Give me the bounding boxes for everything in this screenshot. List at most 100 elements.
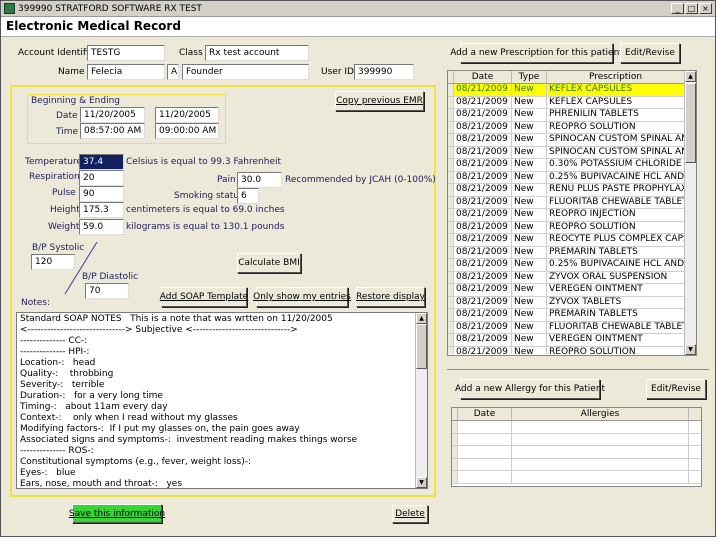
col-header-prescription[interactable]: Prescription bbox=[547, 71, 685, 83]
scroll-down-arrow-icon[interactable]: ▼ bbox=[685, 344, 696, 355]
prescription-row[interactable]: 08/21/2009 New FLUORITAB CHEWABLE TABLETS bbox=[448, 196, 696, 209]
prescription-name-cell[interactable]: ZYVOX TABLETS bbox=[547, 296, 685, 308]
prescription-type-cell[interactable]: New bbox=[512, 209, 547, 221]
prescription-row[interactable]: 08/21/2009 New ZYVOX ORAL SUSPENSION bbox=[448, 271, 696, 284]
account-field[interactable]: TESTG bbox=[87, 45, 165, 61]
col-header-allergy-date[interactable]: Date bbox=[458, 408, 512, 420]
prescription-row[interactable]: 08/21/2009 New ZYVOX TABLETS bbox=[448, 296, 696, 309]
prescription-date-cell[interactable]: 08/21/2009 bbox=[454, 309, 512, 321]
pain-field[interactable]: 30.0 bbox=[237, 172, 282, 188]
prescription-row[interactable]: 08/21/2009 New REOPRO SOLUTION bbox=[448, 121, 696, 134]
prescription-type-cell[interactable]: New bbox=[512, 246, 547, 258]
bp-diastolic-field[interactable]: 70 bbox=[85, 283, 129, 299]
end-time-field[interactable]: 09:00:00 AM bbox=[155, 123, 219, 139]
begin-time-field[interactable]: 08:57:00 AM bbox=[80, 123, 145, 139]
only-show-my-entries-button[interactable]: Only show my entries bbox=[253, 287, 351, 307]
prescription-name-cell[interactable]: REOPRO SOLUTION bbox=[547, 221, 685, 233]
prescription-row[interactable]: 08/21/2009 New REOPRO INJECTION bbox=[448, 209, 696, 222]
prescription-type-cell[interactable]: New bbox=[512, 284, 547, 296]
delete-button[interactable]: Delete bbox=[392, 505, 428, 523]
prescription-date-cell[interactable]: 08/21/2009 bbox=[454, 96, 512, 108]
prescription-type-cell[interactable]: New bbox=[512, 109, 547, 121]
prescription-row[interactable]: 08/21/2009 New PREMARIN TABLETS bbox=[448, 309, 696, 322]
prescription-date-cell[interactable]: 08/21/2009 bbox=[454, 334, 512, 346]
prescription-row[interactable]: 08/21/2009 New REOPRO SOLUTION bbox=[448, 346, 696, 354]
scroll-up-arrow-icon[interactable]: ▲ bbox=[416, 313, 427, 324]
calculate-bmi-button[interactable]: Calculate BMI bbox=[237, 253, 301, 273]
weight-field[interactable]: 59.0 bbox=[79, 219, 124, 235]
prescription-row[interactable]: 08/21/2009 New PHRENILIN TABLETS bbox=[448, 109, 696, 122]
prescription-type-cell[interactable]: New bbox=[512, 221, 547, 233]
prescription-name-cell[interactable]: REOCYTE PLUS COMPLEX CAPSU bbox=[547, 234, 685, 246]
col-header-allergies[interactable]: Allergies bbox=[512, 408, 689, 420]
userid-field[interactable]: 399990 bbox=[354, 64, 414, 80]
allergy-grid[interactable]: Date Allergies bbox=[451, 407, 702, 487]
add-allergy-button[interactable]: Add a new Allergy for this Patient bbox=[455, 379, 605, 399]
scroll-thumb[interactable] bbox=[685, 83, 696, 163]
prescription-name-cell[interactable]: FLUORITAB CHEWABLE TABLETS bbox=[547, 321, 685, 333]
notes-scrollbar[interactable]: ▲ ▼ bbox=[415, 313, 427, 488]
prescription-date-cell[interactable]: 08/21/2009 bbox=[454, 234, 512, 246]
prescription-name-cell[interactable]: REOPRO INJECTION bbox=[547, 209, 685, 221]
prescription-name-cell[interactable]: REOPRO SOLUTION bbox=[547, 346, 685, 354]
prescription-name-cell[interactable]: KEFLEX CAPSULES bbox=[547, 84, 685, 96]
prescription-row[interactable]: 08/21/2009 New RENU PLUS PASTE PROPHYLAXID bbox=[448, 184, 696, 197]
prescription-type-cell[interactable]: New bbox=[512, 159, 547, 171]
prescription-name-cell[interactable]: PREMARIN TABLETS bbox=[547, 309, 685, 321]
prescription-row[interactable]: 08/21/2009 New SPINOCAN CUSTOM SPINAL ANES bbox=[448, 146, 696, 159]
prescription-type-cell[interactable]: New bbox=[512, 309, 547, 321]
add-prescription-button[interactable]: Add a new Prescription for this patient bbox=[450, 43, 623, 63]
prescription-date-cell[interactable]: 08/21/2009 bbox=[454, 171, 512, 183]
prescription-date-cell[interactable]: 08/21/2009 bbox=[454, 209, 512, 221]
prescription-type-cell[interactable]: New bbox=[512, 196, 547, 208]
prescription-type-cell[interactable]: New bbox=[512, 234, 547, 246]
prescription-row[interactable]: 08/21/2009 New REOCYTE PLUS COMPLEX CAPSU bbox=[448, 234, 696, 247]
prescription-name-cell[interactable]: VEREGEN OINTMENT bbox=[547, 284, 685, 296]
begin-date-field[interactable]: 11/20/2005 bbox=[80, 107, 145, 123]
temperature-field[interactable]: 37.4 bbox=[79, 154, 124, 170]
copy-previous-emr-button[interactable]: Copy previous EMR bbox=[335, 91, 424, 111]
notes-textarea[interactable]: Standard SOAP NOTES This is a note that … bbox=[16, 312, 428, 489]
prescription-date-cell[interactable]: 08/21/2009 bbox=[454, 159, 512, 171]
col-header-date[interactable]: Date bbox=[454, 71, 512, 83]
prescription-row[interactable]: 08/21/2009New0.25% BUPIVACAINE HCL AND E… bbox=[448, 171, 696, 184]
prescription-name-cell[interactable]: VEREGEN OINTMENT bbox=[547, 334, 685, 346]
prescription-date-cell[interactable]: 08/21/2009 bbox=[454, 134, 512, 146]
prescription-type-cell[interactable]: New bbox=[512, 334, 547, 346]
prescription-date-cell[interactable]: 08/21/2009 bbox=[454, 196, 512, 208]
scroll-thumb[interactable] bbox=[416, 324, 427, 369]
prescription-type-cell[interactable]: New bbox=[512, 84, 547, 96]
allergy-row[interactable] bbox=[452, 471, 701, 484]
prescription-type-cell[interactable]: New bbox=[512, 134, 547, 146]
pulse-field[interactable]: 90 bbox=[79, 186, 124, 202]
prescription-type-cell[interactable]: New bbox=[512, 271, 547, 283]
allergy-row[interactable] bbox=[452, 421, 701, 434]
prescription-name-cell[interactable]: PHRENILIN TABLETS bbox=[547, 109, 685, 121]
end-date-field[interactable]: 11/20/2005 bbox=[155, 107, 219, 123]
edit-prescription-button[interactable]: Edit/Revise bbox=[620, 43, 680, 63]
prescription-row[interactable]: 08/21/2009 New VEREGEN OINTMENT bbox=[448, 334, 696, 347]
prescription-date-cell[interactable]: 08/21/2009 bbox=[454, 346, 512, 354]
smoking-status-field[interactable]: 6 bbox=[237, 188, 259, 204]
prescription-date-cell[interactable]: 08/21/2009 bbox=[454, 221, 512, 233]
prescription-row[interactable]: 08/21/2009 New VEREGEN OINTMENT bbox=[448, 284, 696, 297]
prescription-date-cell[interactable]: 08/21/2009 bbox=[454, 121, 512, 133]
prescription-date-cell[interactable]: 08/21/2009 bbox=[454, 84, 512, 96]
save-button[interactable]: Save this information bbox=[69, 504, 165, 523]
allergy-row[interactable] bbox=[452, 458, 701, 471]
prescription-scrollbar[interactable]: ▲ ▼ bbox=[684, 71, 696, 355]
prescription-date-cell[interactable]: 08/21/2009 bbox=[454, 284, 512, 296]
prescription-date-cell[interactable]: 08/21/2009 bbox=[454, 296, 512, 308]
restore-display-button[interactable]: Restore display bbox=[356, 287, 425, 307]
prescription-date-cell[interactable]: 08/21/2009 bbox=[454, 321, 512, 333]
prescription-row[interactable]: 08/21/2009 New SPINOCAN CUSTOM SPINAL ANES bbox=[448, 134, 696, 147]
close-button[interactable]: × bbox=[699, 3, 712, 14]
allergy-row[interactable] bbox=[452, 433, 701, 446]
prescription-row[interactable]: 08/21/2009 New FLUORITAB CHEWABLE TABLETS bbox=[448, 321, 696, 334]
prescription-name-cell[interactable]: RENU PLUS PASTE PROPHYLAXID bbox=[547, 184, 685, 196]
prescription-row[interactable]: 08/21/2009 New PREMARIN TABLETS bbox=[448, 246, 696, 259]
add-soap-template-button[interactable]: Add SOAP Template bbox=[160, 287, 248, 307]
prescription-row[interactable]: 08/21/2009 New REOPRO SOLUTION bbox=[448, 221, 696, 234]
prescription-date-cell[interactable]: 08/21/2009 bbox=[454, 259, 512, 271]
prescription-date-cell[interactable]: 08/21/2009 bbox=[454, 184, 512, 196]
